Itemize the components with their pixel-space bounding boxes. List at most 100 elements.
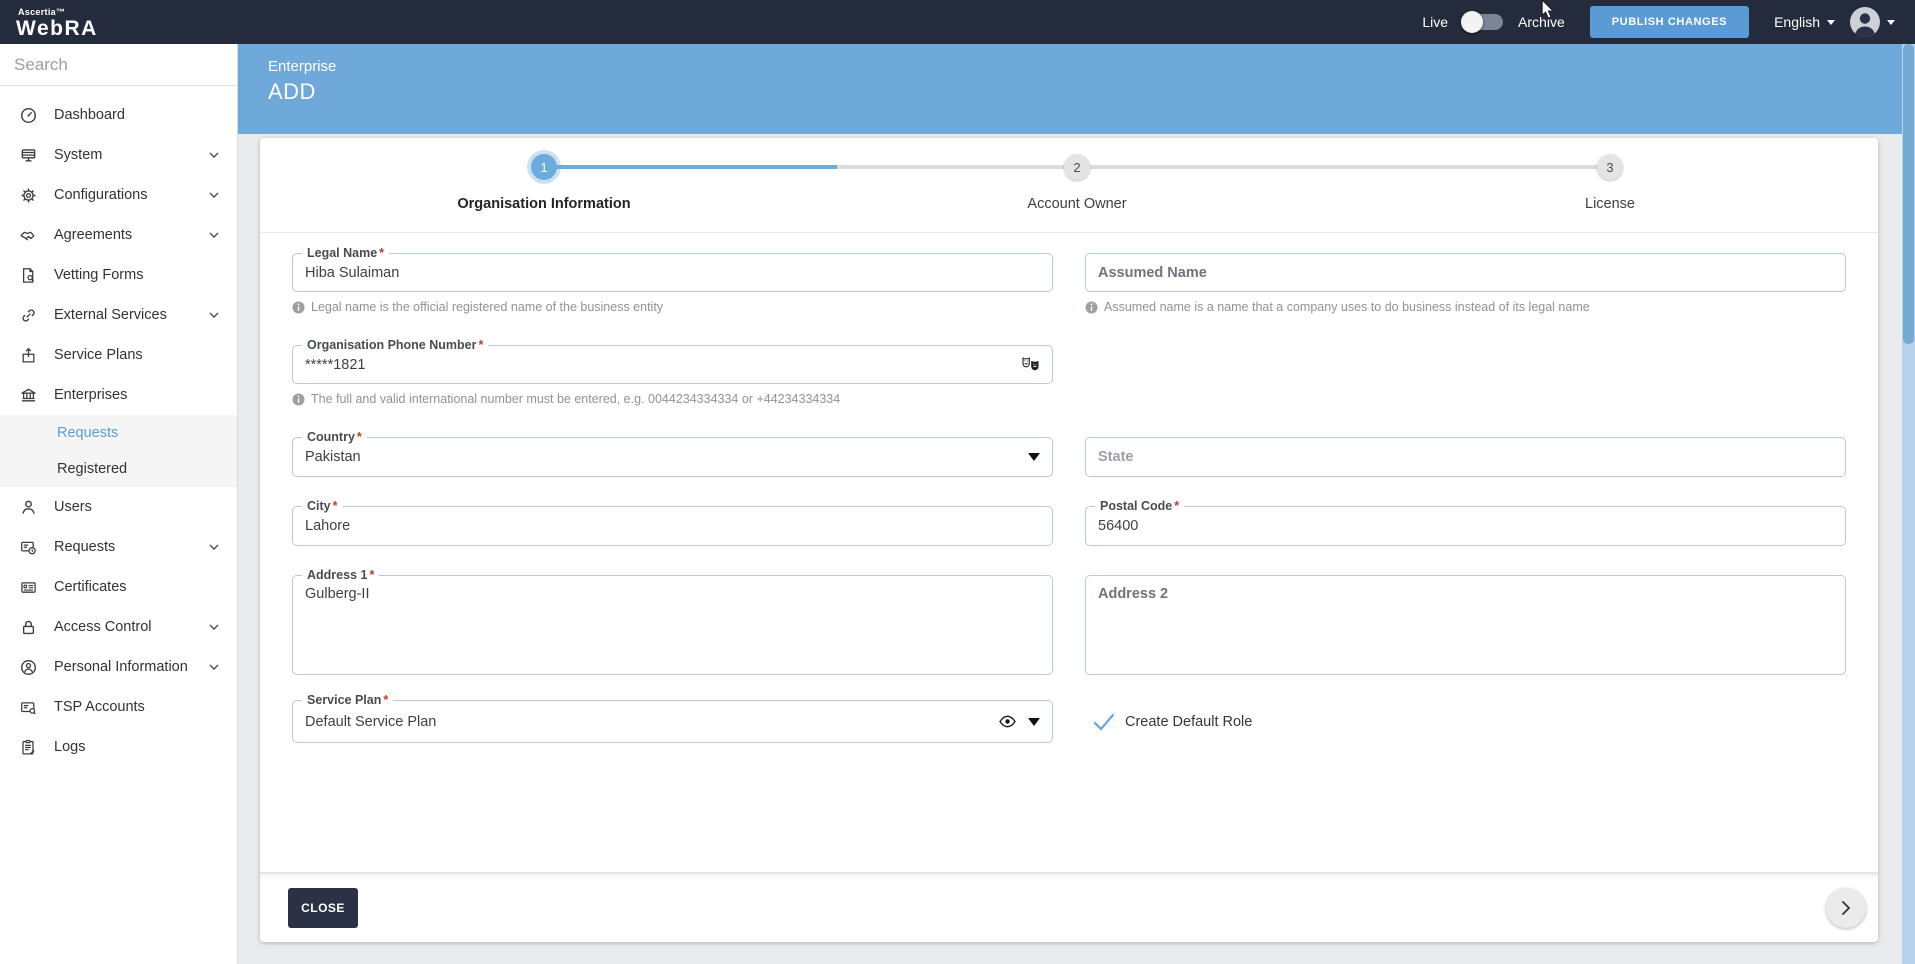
avatar[interactable] xyxy=(1850,7,1880,37)
info-icon xyxy=(292,301,305,314)
city-label: City* xyxy=(302,498,343,514)
address2-textarea[interactable]: Address 2 xyxy=(1085,575,1846,675)
organisation-phone-value[interactable]: *****1821 xyxy=(305,357,1022,373)
sidebar-item-label: Users xyxy=(54,499,219,515)
sidebar-item-label: Access Control xyxy=(54,619,192,635)
sidebar-subitem-requests[interactable]: Requests xyxy=(0,415,237,451)
organisation-phone-helper: The full and valid international number … xyxy=(292,392,1053,406)
user-icon xyxy=(20,499,37,516)
sidebar-item-label: Agreements xyxy=(54,227,192,243)
sidebar-item-certificates[interactable]: Certificates xyxy=(0,567,237,607)
service-plan-label: Service Plan* xyxy=(302,692,393,708)
link-icon xyxy=(20,307,37,324)
masked-value-icon[interactable] xyxy=(1022,357,1040,372)
language-selector[interactable]: English xyxy=(1774,14,1835,30)
box-icon xyxy=(20,347,37,364)
person-silhouette-icon xyxy=(1850,7,1880,37)
city-field[interactable]: City* Lahore xyxy=(292,506,1053,546)
required-marker: * xyxy=(383,693,388,707)
sidebar-item-vetting-forms[interactable]: Vetting Forms xyxy=(0,255,237,295)
step-2-label: Account Owner xyxy=(927,196,1227,212)
sidebar-item-personal-information[interactable]: Personal Information xyxy=(0,647,237,687)
sidebar-item-label: TSP Accounts xyxy=(54,699,219,715)
live-archive-toggle[interactable] xyxy=(1463,14,1503,30)
city-value[interactable]: Lahore xyxy=(305,518,1040,534)
logs-icon xyxy=(20,739,37,756)
bank-icon xyxy=(20,387,37,404)
address1-textarea[interactable]: Address 1* Gulberg-II xyxy=(292,575,1053,675)
organisation-information-form: Legal Name* Hiba Sulaiman Legal name is … xyxy=(260,253,1878,743)
country-select[interactable]: Country* Pakistan xyxy=(292,437,1053,477)
required-marker: * xyxy=(1174,499,1179,513)
state-field[interactable]: State xyxy=(1085,437,1846,477)
publish-changes-button[interactable]: PUBLISH CHANGES xyxy=(1590,6,1749,38)
sidebar-item-enterprises[interactable]: Enterprises xyxy=(0,375,237,415)
sidebar-item-users[interactable]: Users xyxy=(0,487,237,527)
organisation-phone-field[interactable]: Organisation Phone Number* *****1821 xyxy=(292,345,1053,384)
assumed-name-label: Assumed Name xyxy=(1098,265,1207,281)
legal-name-helper: Legal name is the official registered na… xyxy=(292,300,1053,314)
assumed-name-field[interactable]: Assumed Name xyxy=(1085,253,1846,292)
sidebar-search xyxy=(0,44,237,86)
chevron-up-icon xyxy=(209,392,219,398)
sidebar-item-logs[interactable]: Logs xyxy=(0,727,237,767)
certificate-icon xyxy=(20,579,37,596)
sidebar-item-system[interactable]: System xyxy=(0,135,237,175)
organisation-phone-label: Organisation Phone Number* xyxy=(302,337,488,353)
scrollbar-track[interactable] xyxy=(1902,44,1915,964)
eye-icon[interactable] xyxy=(999,715,1016,728)
assumed-name-helper: Assumed name is a name that a company us… xyxy=(1085,300,1846,314)
step-1-circle[interactable]: 1 xyxy=(531,154,557,180)
card-footer: CLOSE xyxy=(260,872,1878,942)
step-1-label: Organisation Information xyxy=(394,196,694,212)
address1-label: Address 1* xyxy=(302,567,379,583)
step-2-circle[interactable]: 2 xyxy=(1064,154,1090,180)
sidebar-subitem-registered[interactable]: Registered xyxy=(0,451,237,487)
sidebar-item-label: External Services xyxy=(54,307,192,323)
scrollbar-thumb[interactable] xyxy=(1903,44,1914,344)
sidebar-item-agreements[interactable]: Agreements xyxy=(0,215,237,255)
service-plan-select[interactable]: Service Plan* Default Service Plan xyxy=(292,700,1053,743)
sidebar-item-configurations[interactable]: Configurations xyxy=(0,175,237,215)
sidebar-item-access-control[interactable]: Access Control xyxy=(0,607,237,647)
topbar: Ascertia™ WebRA Live Archive PUBLISH CHA… xyxy=(0,0,1915,44)
address1-value[interactable]: Gulberg-II xyxy=(305,586,1040,602)
legal-name-value[interactable]: Hiba Sulaiman xyxy=(305,265,1040,281)
step-number: 1 xyxy=(540,160,547,175)
legal-name-field[interactable]: Legal Name* Hiba Sulaiman xyxy=(292,253,1053,292)
sidebar-item-label: System xyxy=(54,147,192,163)
create-default-role-label: Create Default Role xyxy=(1125,714,1252,730)
sidebar-item-label: Enterprises xyxy=(54,387,192,403)
sidebar-item-tsp-accounts[interactable]: TSP Accounts xyxy=(0,687,237,727)
next-step-button[interactable] xyxy=(1826,888,1866,928)
required-marker: * xyxy=(478,338,483,352)
sidebar-item-external-services[interactable]: External Services xyxy=(0,295,237,335)
dropdown-arrow-icon[interactable] xyxy=(1028,453,1040,461)
chevron-right-icon xyxy=(1840,900,1852,916)
required-marker: * xyxy=(379,246,384,260)
required-marker: * xyxy=(369,568,374,582)
sidebar-item-service-plans[interactable]: Service Plans xyxy=(0,335,237,375)
chevron-down-icon xyxy=(209,544,219,550)
handshake-icon xyxy=(20,227,37,244)
dropdown-arrow-icon[interactable] xyxy=(1028,718,1040,726)
user-menu[interactable] xyxy=(1850,7,1895,37)
sidebar-item-requests[interactable]: Requests xyxy=(0,527,237,567)
country-value[interactable]: Pakistan xyxy=(305,449,1028,465)
step-3-label: License xyxy=(1460,196,1760,212)
lock-icon xyxy=(20,619,37,636)
toggle-knob[interactable] xyxy=(1461,11,1483,33)
sidebar-item-label: Dashboard xyxy=(54,107,219,123)
step-3-circle[interactable]: 3 xyxy=(1597,154,1623,180)
search-input[interactable] xyxy=(14,55,235,75)
service-plan-value[interactable]: Default Service Plan xyxy=(305,714,999,730)
system-icon xyxy=(20,147,37,164)
postal-code-field[interactable]: Postal Code* 56400 xyxy=(1085,506,1846,546)
postal-code-label: Postal Code* xyxy=(1095,498,1184,514)
close-button[interactable]: CLOSE xyxy=(288,888,358,928)
sidebar-item-dashboard[interactable]: Dashboard xyxy=(0,95,237,135)
person-circle-icon xyxy=(20,659,37,676)
create-default-role-checkbox[interactable]: Create Default Role xyxy=(1085,700,1846,743)
chevron-down-icon xyxy=(209,232,219,238)
postal-code-value[interactable]: 56400 xyxy=(1098,518,1833,534)
